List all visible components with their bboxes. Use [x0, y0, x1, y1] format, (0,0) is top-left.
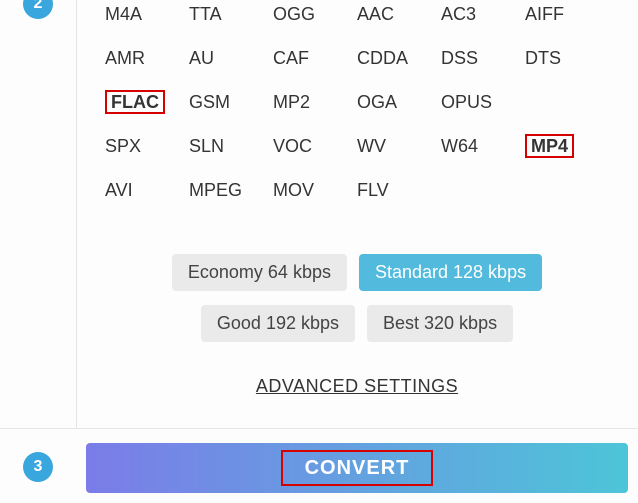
quality-standard[interactable]: Standard 128 kbps [359, 254, 542, 291]
convert-button[interactable]: CONVERT [86, 443, 628, 493]
format-row: M4A TTA OGG AAC AC3 AIFF [95, 0, 628, 36]
format-wv[interactable]: WV [347, 136, 431, 157]
format-flac-highlight: FLAC [105, 90, 165, 114]
step-2-badge: 2 [23, 0, 53, 19]
format-m4a[interactable]: M4A [95, 4, 179, 25]
horizontal-divider [0, 428, 638, 429]
format-avi[interactable]: AVI [95, 180, 179, 201]
format-row: AVI MPEG MOV FLV [95, 168, 628, 212]
quality-section: Economy 64 kbps Standard 128 kbps Good 1… [76, 254, 638, 397]
format-cdda[interactable]: CDDA [347, 48, 431, 69]
format-ogg[interactable]: OGG [263, 4, 347, 25]
format-mp4[interactable]: MP4 [515, 136, 599, 157]
quality-row-1: Economy 64 kbps Standard 128 kbps [76, 254, 638, 291]
format-aac[interactable]: AAC [347, 4, 431, 25]
format-mp4-highlight: MP4 [525, 134, 574, 158]
format-mov[interactable]: MOV [263, 180, 347, 201]
format-grid: M4A TTA OGG AAC AC3 AIFF AMR AU CAF CDDA… [95, 0, 628, 212]
quality-economy[interactable]: Economy 64 kbps [172, 254, 347, 291]
quality-row-2: Good 192 kbps Best 320 kbps [76, 305, 638, 342]
format-amr[interactable]: AMR [95, 48, 179, 69]
format-dts[interactable]: DTS [515, 48, 599, 69]
format-opus[interactable]: OPUS [431, 92, 515, 113]
format-row: AMR AU CAF CDDA DSS DTS [95, 36, 628, 80]
format-flv[interactable]: FLV [347, 180, 431, 201]
format-spx[interactable]: SPX [95, 136, 179, 157]
format-sln[interactable]: SLN [179, 136, 263, 157]
format-aiff[interactable]: AIFF [515, 4, 599, 25]
format-mpeg[interactable]: MPEG [179, 180, 263, 201]
format-caf[interactable]: CAF [263, 48, 347, 69]
convert-highlight: CONVERT [281, 450, 434, 486]
format-tta[interactable]: TTA [179, 4, 263, 25]
format-ac3[interactable]: AC3 [431, 4, 515, 25]
convert-label: CONVERT [293, 453, 422, 484]
format-row: SPX SLN VOC WV W64 MP4 [95, 124, 628, 168]
format-w64[interactable]: W64 [431, 136, 515, 157]
format-row: FLAC GSM MP2 OGA OPUS [95, 80, 628, 124]
format-mp2[interactable]: MP2 [263, 92, 347, 113]
format-oga[interactable]: OGA [347, 92, 431, 113]
format-gsm[interactable]: GSM [179, 92, 263, 113]
quality-best[interactable]: Best 320 kbps [367, 305, 513, 342]
format-au[interactable]: AU [179, 48, 263, 69]
format-flac[interactable]: FLAC [95, 92, 179, 113]
format-dss[interactable]: DSS [431, 48, 515, 69]
advanced-settings-link[interactable]: ADVANCED SETTINGS [256, 376, 458, 397]
step-3-badge: 3 [23, 452, 53, 482]
quality-good[interactable]: Good 192 kbps [201, 305, 355, 342]
format-voc[interactable]: VOC [263, 136, 347, 157]
